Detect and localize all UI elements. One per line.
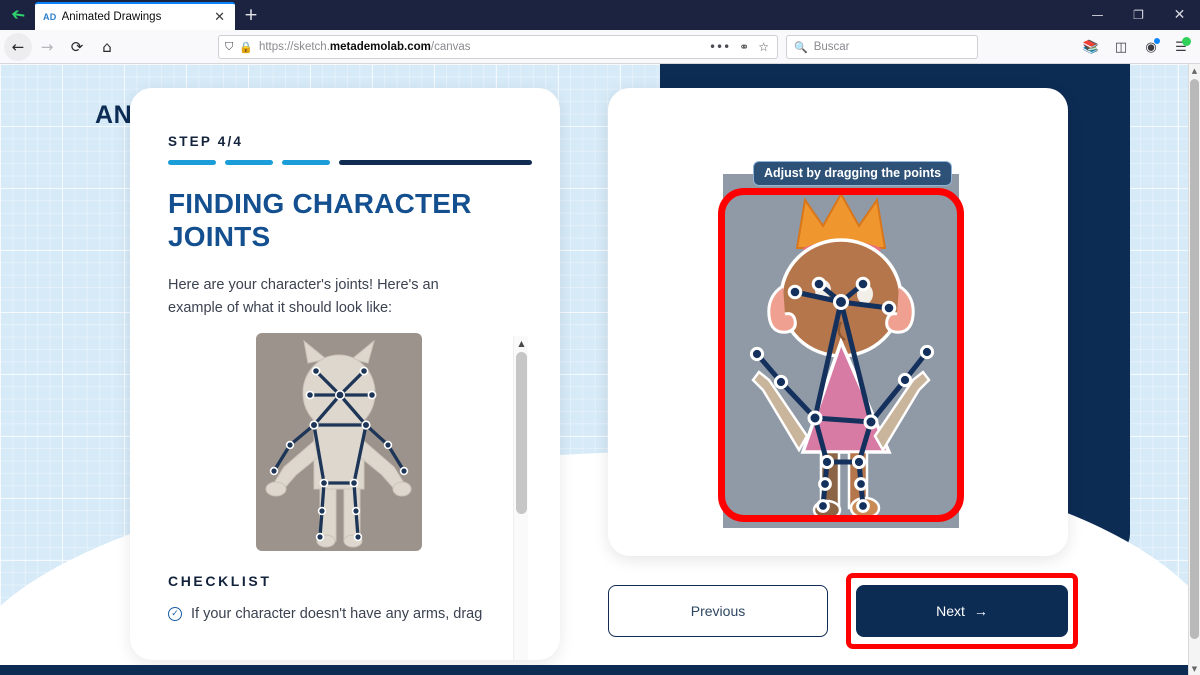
pocket-icon[interactable]: ⚭	[739, 40, 749, 54]
sidebar-icon[interactable]: ◫	[1108, 34, 1134, 60]
progress-segment-1	[168, 160, 216, 165]
scrollbar-thumb[interactable]	[516, 352, 527, 514]
search-icon: 🔍	[794, 40, 808, 54]
page-scrollbar-thumb[interactable]	[1190, 79, 1199, 639]
reload-icon[interactable]: ⟳	[62, 33, 92, 61]
next-button-label: Next	[936, 603, 965, 619]
tracking-shield-icon[interactable]: ⛉	[225, 40, 233, 54]
window-controls: — ❐ ✕	[1077, 0, 1200, 30]
page-scrollbar[interactable]: ▲ ▼	[1188, 64, 1200, 675]
minimize-button[interactable]: —	[1077, 0, 1118, 30]
back-icon[interactable]: ←	[4, 32, 32, 61]
step-heading: FINDING CHARACTER JOINTS	[168, 188, 472, 253]
restore-button[interactable]: ❐	[1118, 0, 1159, 30]
library-icon[interactable]: 📚	[1078, 34, 1104, 60]
step-description: Here are your character's joints! Here's…	[168, 277, 439, 316]
url-path: /canvas	[430, 41, 471, 53]
toolbar-actions: 📚 ◫ ◉ ☰	[1078, 34, 1194, 60]
account-badge-dot	[1154, 38, 1160, 44]
search-placeholder: Buscar	[813, 41, 850, 53]
progress-segment-4	[339, 160, 532, 165]
browser-tab-animated-drawings[interactable]: AD Animated Drawings ✕	[35, 2, 235, 30]
checklist-item-text: If your character doesn't have any arms,…	[191, 606, 483, 622]
address-bar-actions: ••• ⚭ ☆	[709, 40, 771, 54]
address-bar[interactable]: ⛉ 🔒 https://sketch.metademolab.com/canva…	[218, 35, 778, 59]
bookmark-star-icon[interactable]: ☆	[758, 40, 769, 54]
page-scroll-down-icon[interactable]: ▼	[1189, 662, 1200, 675]
page-footer-strip	[0, 665, 1188, 675]
progress-segment-3	[282, 160, 330, 165]
joint-example-image	[256, 333, 422, 551]
checklist-item: ✓ If your character doesn't have any arm…	[168, 604, 498, 626]
character-skeleton-svg[interactable]	[723, 174, 959, 528]
next-button[interactable]: Next →	[856, 585, 1068, 637]
forward-icon[interactable]: →	[32, 33, 62, 61]
check-circle-icon: ✓	[168, 607, 182, 621]
previous-button[interactable]: Previous	[608, 585, 828, 637]
page-scroll-up-icon[interactable]: ▲	[1189, 64, 1200, 77]
padlock-icon: 🔒	[239, 40, 253, 54]
app-logo-icon: ➔	[6, 4, 30, 27]
screen-root: ➔ AD Animated Drawings ✕ + — ❐ ✕ ← → ⟳ ⌂…	[0, 0, 1200, 675]
example-cat-skeleton	[265, 339, 412, 548]
home-icon[interactable]: ⌂	[92, 33, 122, 61]
step-counter-label: STEP 4/4	[168, 134, 244, 149]
instructions-scrollbar[interactable]: ▲ ▼	[513, 336, 528, 660]
menu-icon[interactable]: ☰	[1168, 34, 1194, 60]
new-tab-button[interactable]: +	[240, 5, 262, 27]
menu-update-dot	[1182, 37, 1191, 46]
url-domain: metademolab.com	[329, 41, 431, 53]
animated-drawings-logo-glyph: ➔	[9, 4, 27, 26]
url-text: https://sketch.metademolab.com/canvas	[259, 41, 471, 53]
page-viewport: ANIMATED DRAWINGS STEP 4/4 FINDING CHARA…	[0, 64, 1188, 675]
browser-titlebar: ➔ AD Animated Drawings ✕ + — ❐ ✕	[0, 0, 1200, 30]
arrow-right-icon: →	[973, 603, 988, 619]
scroll-up-arrow-icon[interactable]: ▲	[514, 336, 529, 350]
account-icon[interactable]: ◉	[1138, 34, 1164, 60]
search-bar[interactable]: 🔍 Buscar	[786, 35, 978, 59]
step-progress-bar	[168, 160, 532, 165]
url-prefix: https://sketch.	[258, 41, 330, 53]
checklist-heading: CHECKLIST	[168, 573, 272, 589]
page-actions-icon[interactable]: •••	[709, 40, 730, 54]
step-instructions-card: STEP 4/4 FINDING CHARACTER JOINTS Here a…	[130, 88, 560, 660]
tab-title: Animated Drawings	[61, 11, 162, 23]
tab-favicon-badge: AD	[43, 12, 57, 22]
close-window-button[interactable]: ✕	[1159, 0, 1200, 30]
character-joint-canvas[interactable]	[723, 174, 959, 528]
drag-points-tooltip: Adjust by dragging the points	[753, 161, 953, 186]
tab-close-icon[interactable]: ✕	[212, 11, 227, 24]
browser-navigation-bar: ← → ⟳ ⌂ ⛉ 🔒 https://sketch.metademolab.c…	[0, 30, 1200, 64]
character-canvas-card: Adjust by dragging the points	[608, 88, 1068, 556]
step-content: STEP 4/4 FINDING CHARACTER JOINTS Here a…	[168, 134, 532, 626]
progress-segment-2	[225, 160, 273, 165]
